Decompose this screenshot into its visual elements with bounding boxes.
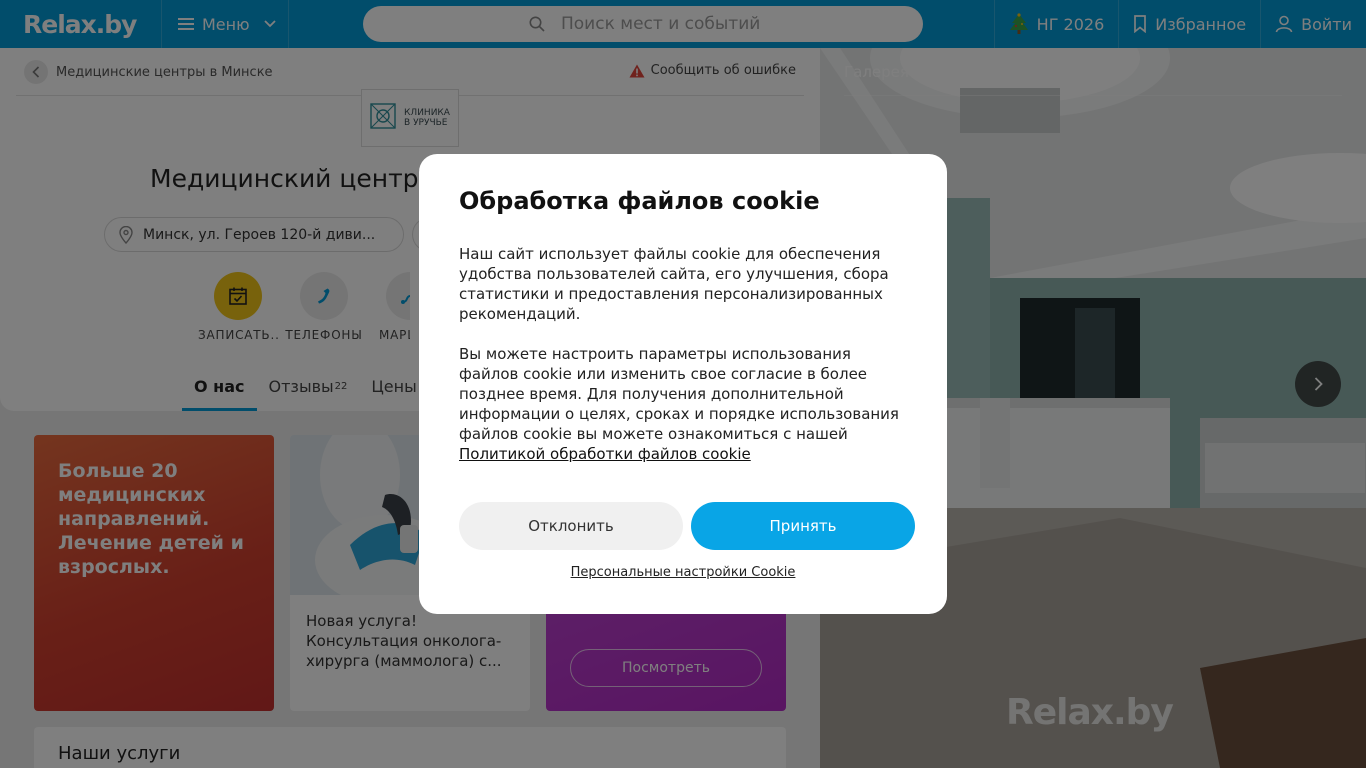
- cookie-paragraph-1: Наш сайт использует файлы cookie для обе…: [459, 245, 889, 323]
- cookie-consent-dialog: Обработка файлов cookie Наш сайт использ…: [419, 154, 947, 614]
- cookie-policy-link[interactable]: Политикой обработки файлов cookie: [459, 445, 751, 463]
- cookie-paragraph-2-text: Вы можете настроить параметры использова…: [459, 345, 899, 443]
- cookie-settings-link[interactable]: Персональные настройки Cookie: [419, 565, 947, 580]
- cookie-paragraph-2: Вы можете настроить параметры использова…: [459, 344, 907, 464]
- cookie-dialog-buttons: Отклонить Принять: [459, 502, 915, 550]
- decline-button[interactable]: Отклонить: [459, 502, 683, 550]
- accept-button[interactable]: Принять: [691, 502, 915, 550]
- cookie-dialog-title: Обработка файлов cookie: [459, 187, 820, 215]
